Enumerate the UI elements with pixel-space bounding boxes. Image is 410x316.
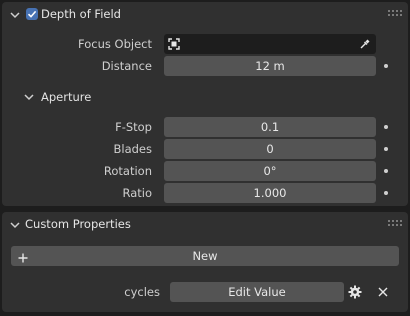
custom-properties-title: Custom Properties: [25, 217, 131, 231]
custom-properties-header[interactable]: Custom Properties: [2, 212, 408, 236]
rotation-field[interactable]: 0°: [164, 161, 376, 181]
chevron-down-icon[interactable]: [9, 9, 21, 21]
ratio-label: Ratio: [122, 186, 152, 200]
focus-object-label: Focus Object: [78, 37, 152, 51]
distance-field[interactable]: 12 m: [164, 56, 376, 76]
blades-field[interactable]: 0: [164, 139, 376, 159]
blades-label: Blades: [113, 142, 153, 156]
keyframe-dot-icon[interactable]: [384, 147, 388, 151]
eyedropper-icon[interactable]: [359, 38, 371, 50]
new-property-button[interactable]: New: [11, 246, 399, 266]
drag-grip-icon[interactable]: [388, 220, 402, 226]
aperture-title: Aperture: [41, 90, 92, 104]
distance-label: Distance: [101, 59, 152, 73]
fstop-label: F-Stop: [115, 120, 152, 134]
keyframe-dot-icon[interactable]: [384, 64, 388, 68]
ratio-field[interactable]: 1.000: [164, 183, 376, 203]
custom-properties-panel: Custom Properties New cycles Edit Value: [2, 212, 408, 312]
rotation-label: Rotation: [103, 164, 152, 178]
depth-of-field-checkbox[interactable]: [26, 8, 38, 20]
drag-grip-icon[interactable]: [388, 10, 402, 16]
keyframe-dot-icon[interactable]: [384, 169, 388, 173]
depth-of-field-panel: Depth of Field Focus Object Distance 12 …: [2, 2, 408, 206]
new-button-label: New: [192, 249, 218, 263]
close-icon[interactable]: [377, 286, 389, 298]
gear-icon[interactable]: [348, 285, 362, 299]
depth-of-field-header[interactable]: Depth of Field: [2, 2, 408, 26]
edit-value-button[interactable]: Edit Value: [170, 282, 344, 302]
object-icon: [168, 38, 180, 50]
focus-object-field[interactable]: [164, 34, 376, 54]
plus-icon: [17, 250, 29, 263]
chevron-down-icon[interactable]: [9, 219, 21, 231]
depth-of-field-title: Depth of Field: [41, 7, 121, 21]
fstop-field[interactable]: 0.1: [164, 117, 376, 137]
aperture-header[interactable]: Aperture: [14, 88, 214, 108]
chevron-down-icon[interactable]: [23, 91, 35, 103]
keyframe-dot-icon[interactable]: [384, 191, 388, 195]
keyframe-dot-icon[interactable]: [384, 125, 388, 129]
property-name-label: cycles: [124, 285, 160, 299]
